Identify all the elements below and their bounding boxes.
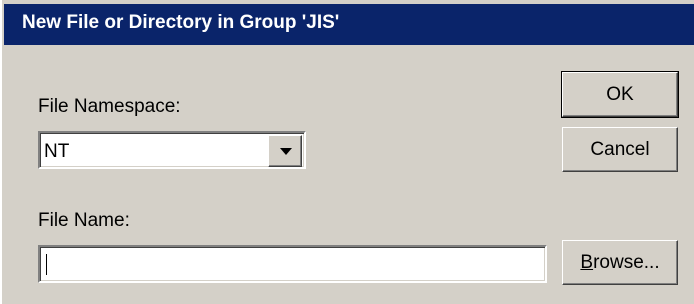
browse-button[interactable]: Browse... — [562, 240, 678, 285]
dialog-title: New File or Directory in Group 'JIS' — [22, 12, 340, 33]
file-name-input[interactable] — [38, 245, 547, 283]
browse-button-label: Browse... — [580, 252, 660, 273]
ok-button[interactable]: OK — [561, 71, 679, 118]
file-name-label: File Name: — [38, 210, 130, 231]
dropdown-button[interactable] — [268, 135, 302, 167]
cancel-button[interactable]: Cancel — [562, 127, 678, 172]
file-namespace-combobox[interactable]: NT — [38, 131, 306, 169]
title-bar[interactable]: New File or Directory in Group 'JIS' — [4, 4, 694, 45]
cancel-button-label: Cancel — [590, 139, 650, 160]
text-caret — [46, 254, 47, 275]
file-namespace-value: NT — [44, 141, 70, 162]
dialog-window: New File or Directory in Group 'JIS' Fil… — [0, 0, 694, 304]
ok-button-label: OK — [606, 84, 634, 105]
file-namespace-label: File Namespace: — [38, 96, 181, 117]
chevron-down-icon — [280, 148, 292, 155]
